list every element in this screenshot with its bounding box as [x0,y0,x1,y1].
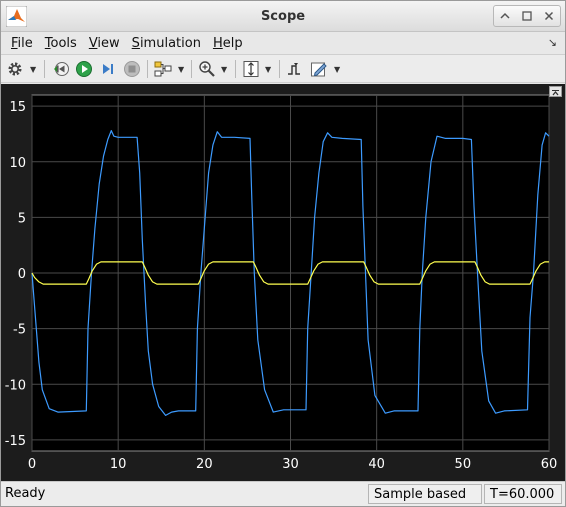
menu-view-label: iew [97,35,120,51]
scale-axes-button[interactable] [241,59,261,79]
settings-dropdown-icon[interactable]: ▼ [30,65,36,74]
step-forward-button[interactable] [98,59,118,79]
undock-button[interactable] [549,86,562,97]
toolbar-separator [44,60,45,78]
menu-bar: File Tools View Simulation Help ↘ [1,32,565,54]
chevron-up-icon [500,12,510,19]
y-tick-label: 5 [18,211,26,226]
run-icon [76,61,92,77]
x-tick-label: 20 [196,457,213,472]
step-forward-icon [103,64,113,74]
step-back-button[interactable] [51,59,71,79]
x-tick-label: 10 [110,457,127,472]
scale-axes-icon [243,61,259,77]
title-bar[interactable]: Scope [1,1,565,32]
status-text: Ready [5,486,46,501]
x-tick-label: 40 [368,457,385,472]
y-tick-label: 0 [18,267,26,282]
sample-mode-field: Sample based [368,484,482,504]
gear-icon [8,62,22,76]
scope-plot[interactable]: 0 10 20 30 40 50 60 -15 -10 -5 0 5 10 15 [1,84,565,481]
menu-help-label: elp [222,35,243,51]
trigger-icon [288,63,300,75]
scope-window: Scope File Tools View Simulation Help ↘ [0,0,566,507]
toolbar-separator [235,60,236,78]
maximize-button[interactable] [516,6,538,26]
sim-time-field: T=60.000 [484,484,562,504]
x-tick-label: 30 [282,457,299,472]
zoom-button[interactable] [197,59,217,79]
menu-help[interactable]: Help [207,36,249,51]
maximize-icon [522,11,532,21]
menu-simulation-label: imulation [139,35,201,51]
signal-selector-button[interactable] [153,59,175,79]
y-tick-label: 10 [9,156,26,171]
menu-file[interactable]: File [5,36,39,51]
dock-arrow-icon[interactable]: ↘ [548,36,557,49]
settings-button[interactable] [6,59,24,79]
edit-dropdown-icon[interactable]: ▼ [334,65,340,74]
menu-simulation-mnemonic: S [131,35,140,51]
status-bar: Ready Sample based T=60.000 [1,481,565,506]
menu-tools-label: ools [50,35,77,51]
stop-button[interactable] [122,59,142,79]
toolbar-separator [147,60,148,78]
toolbar-separator [191,60,192,78]
menu-help-mnemonic: H [212,35,223,51]
edit-icon [311,62,327,77]
toolbar-separator [279,60,280,78]
zoom-dropdown-icon[interactable]: ▼ [221,65,227,74]
x-tick-label: 50 [455,457,472,472]
signal-selector-icon [154,61,172,77]
x-tick-label: 0 [28,457,36,472]
y-tick-label: -5 [13,323,26,338]
y-tick-label: -15 [5,434,26,449]
toolbar: ▼ ▼ ▼ ▼ ▼ [1,54,565,83]
menu-file-label: ile [17,35,33,51]
menu-tools[interactable]: Tools [39,36,83,51]
window-title: Scope [260,9,306,24]
scale-axes-dropdown-icon[interactable]: ▼ [265,65,271,74]
menu-simulation[interactable]: Simulation [126,36,207,51]
trigger-button[interactable] [285,59,305,79]
run-button[interactable] [74,59,94,79]
menu-view[interactable]: View [83,36,126,51]
y-tick-label: 15 [9,100,26,115]
close-button[interactable] [538,6,560,26]
minimize-button[interactable] [494,6,516,26]
y-tick-label: -10 [5,378,26,393]
undock-icon [552,90,559,96]
stop-icon [124,61,140,77]
x-tick-label: 60 [541,457,558,472]
window-controls [493,5,561,27]
step-back-icon [54,62,69,76]
edit-button[interactable] [309,59,329,79]
signal-selector-dropdown-icon[interactable]: ▼ [178,65,184,74]
zoom-icon [199,61,215,77]
close-icon [544,11,554,21]
